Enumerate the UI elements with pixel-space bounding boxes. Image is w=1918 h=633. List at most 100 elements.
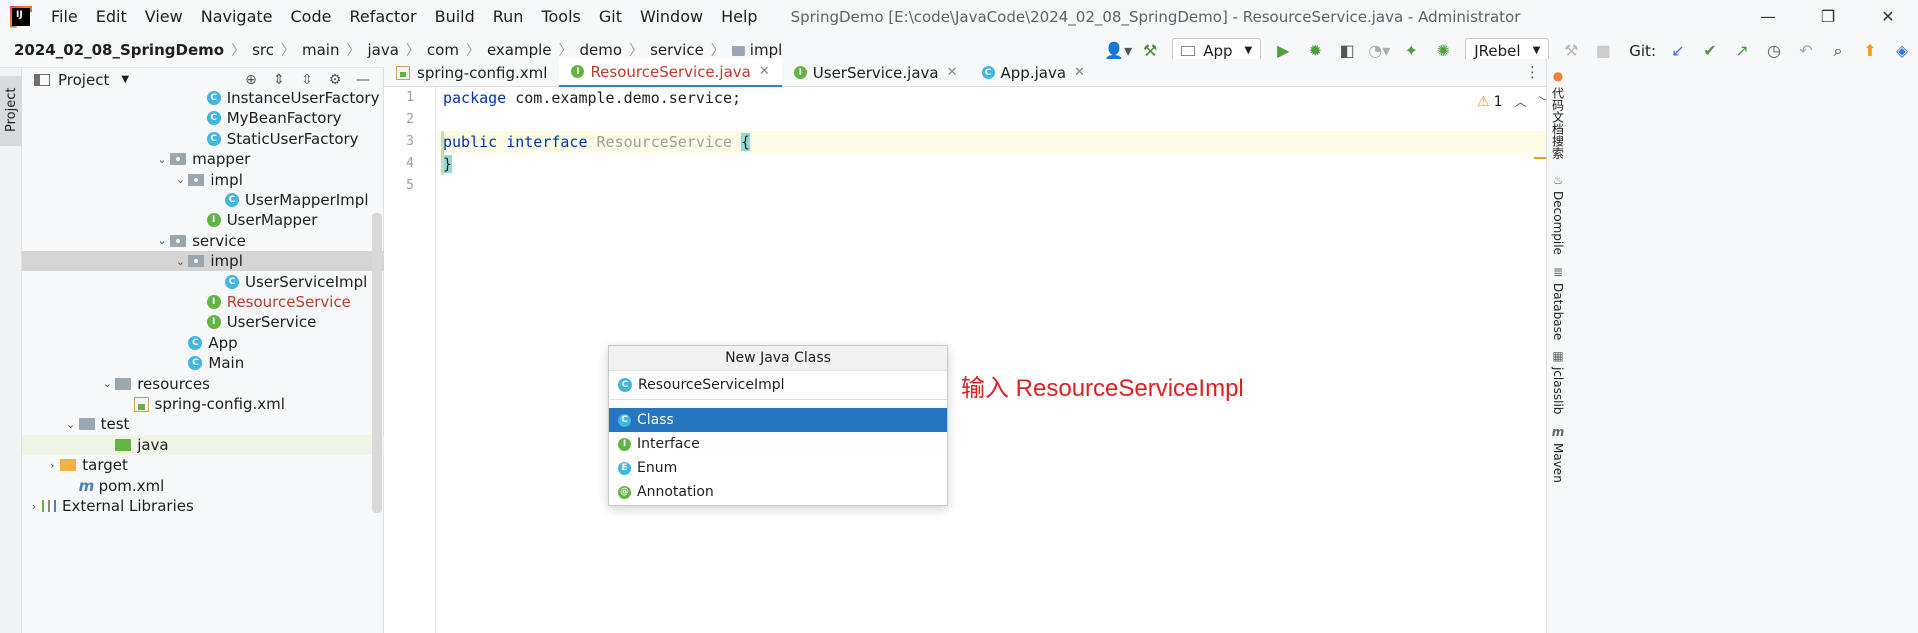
menu-window[interactable]: Window: [631, 7, 712, 26]
breadcrumb-com[interactable]: com: [427, 41, 459, 59]
chevron-down-icon[interactable]: ⌄: [172, 173, 188, 186]
more-vertical-icon[interactable]: ⋮: [1525, 63, 1540, 81]
tree-item[interactable]: C Main: [22, 353, 384, 373]
chevron-down-icon[interactable]: ⌄: [63, 418, 79, 431]
tab-resource-service[interactable]: I ResourceService.java ✕: [559, 58, 782, 87]
locate-icon[interactable]: ⊕: [237, 72, 265, 88]
tree-item[interactable]: C MyBeanFactory: [22, 108, 384, 128]
breadcrumb-service[interactable]: service: [650, 41, 704, 59]
tree-item[interactable]: I UserMapper: [22, 210, 384, 230]
kind-option-enum[interactable]: E Enum: [609, 456, 947, 480]
jclasslib-tool[interactable]: ▦ jclasslib: [1547, 349, 1569, 414]
close-icon[interactable]: ✕: [759, 64, 770, 79]
chevron-right-icon[interactable]: ›: [26, 500, 42, 513]
breadcrumb-separator: 〉: [346, 43, 361, 59]
close-button[interactable]: ✕: [1858, 0, 1918, 33]
collapse-all-icon[interactable]: ⇳: [293, 72, 321, 88]
keyword: public: [443, 133, 498, 151]
decompile-tool[interactable]: ♨ Decompile: [1547, 173, 1569, 255]
menu-build[interactable]: Build: [426, 7, 484, 26]
project-scrollbar[interactable]: [372, 213, 382, 513]
database-tool[interactable]: ≣ Database: [1547, 265, 1569, 340]
tree-item[interactable]: C InstanceUserFactory: [22, 88, 384, 108]
line-number: 4: [406, 156, 414, 171]
tree-item[interactable]: C App: [22, 333, 384, 353]
class-name-input[interactable]: C ResourceServiceImpl: [609, 371, 947, 400]
line-number: 3: [406, 134, 414, 149]
restore-button[interactable]: ❐: [1798, 0, 1858, 33]
kind-list: C Class I Interface E Enum @ Annotation: [609, 400, 947, 504]
tool-label: Decompile: [1551, 191, 1565, 255]
breadcrumb-main[interactable]: main: [302, 41, 339, 59]
menu-run[interactable]: Run: [484, 7, 533, 26]
menu-help[interactable]: Help: [712, 7, 766, 26]
close-icon[interactable]: ✕: [1074, 65, 1085, 80]
maven-tool[interactable]: m Maven: [1547, 425, 1569, 483]
tree-item[interactable]: ⌄ test: [22, 414, 384, 434]
tree-item[interactable]: C UserServiceImpl: [22, 272, 384, 292]
tree-item[interactable]: › target: [22, 455, 384, 475]
tree-item[interactable]: spring-config.xml: [22, 394, 384, 414]
chevron-down-icon[interactable]: ⌄: [172, 255, 188, 268]
menu-file[interactable]: File: [42, 7, 87, 26]
breadcrumb-example[interactable]: example: [487, 41, 552, 59]
tree-item[interactable]: I ResourceService: [22, 292, 384, 312]
menu-tools[interactable]: Tools: [532, 7, 589, 26]
tree-item[interactable]: C UserMapperImpl: [22, 190, 384, 210]
menu-refactor[interactable]: Refactor: [340, 7, 425, 26]
project-tool-tab[interactable]: Project: [0, 76, 22, 146]
chevron-down-icon[interactable]: ⌄: [154, 153, 170, 166]
chevron-down-icon[interactable]: ⌄: [154, 234, 170, 247]
menu-view[interactable]: View: [136, 7, 192, 26]
tab-spring-config[interactable]: spring-config.xml: [384, 59, 559, 87]
vcs-change-marker[interactable]: [441, 131, 444, 175]
tree-item[interactable]: I UserService: [22, 312, 384, 332]
code-editor[interactable]: package com.example.demo.service; public…: [437, 87, 1546, 633]
breadcrumb-separator: 〉: [710, 43, 725, 59]
tree-item[interactable]: ⌄ resources: [22, 374, 384, 394]
intellij-logo-icon[interactable]: IJ: [10, 5, 32, 28]
tab-app[interactable]: C App.java ✕: [970, 59, 1097, 87]
warning-stripe-marker[interactable]: [1534, 157, 1546, 159]
class-icon: C: [981, 66, 995, 79]
chevron-up-icon[interactable]: ︿: [1514, 93, 1526, 110]
tree-item[interactable]: ⌄ mapper: [22, 149, 384, 169]
tool-label: Maven: [1551, 443, 1565, 483]
tree-item[interactable]: java: [22, 434, 384, 455]
tree-item-label: External Libraries: [62, 497, 194, 515]
chevron-right-icon[interactable]: ›: [44, 459, 60, 472]
tree-item-label: Main: [208, 354, 245, 373]
tree-item[interactable]: ⌄ impl: [22, 170, 384, 190]
breadcrumb-java[interactable]: java: [367, 41, 398, 59]
breadcrumb-project[interactable]: 2024_02_08_SpringDemo: [14, 41, 224, 59]
tab-user-service[interactable]: I UserService.java ✕: [782, 59, 970, 87]
tree-item[interactable]: ⌄ service: [22, 231, 384, 251]
kind-option-annotation[interactable]: @ Annotation: [609, 480, 947, 504]
breadcrumb-demo[interactable]: demo: [580, 41, 623, 59]
project-panel-title[interactable]: Project: [58, 71, 109, 89]
breadcrumb-src[interactable]: src: [252, 41, 274, 59]
tree-item[interactable]: › External Libraries: [22, 496, 384, 516]
minimize-button[interactable]: —: [1738, 0, 1798, 33]
expand-all-icon[interactable]: ⇕: [265, 72, 293, 88]
class-icon: C: [618, 413, 631, 427]
breadcrumb-impl[interactable]: impl: [750, 41, 782, 59]
chevron-down-icon[interactable]: ⌄: [99, 377, 115, 390]
menu-navigate[interactable]: Navigate: [192, 7, 282, 26]
kind-option-class[interactable]: C Class: [609, 408, 947, 432]
menu-code[interactable]: Code: [282, 7, 341, 26]
kind-option-interface[interactable]: I Interface: [609, 432, 947, 456]
tree-item-label: java: [137, 435, 169, 454]
hide-icon[interactable]: —: [349, 72, 377, 88]
tree-item[interactable]: m pom.xml: [22, 476, 384, 496]
tree-item[interactable]: ⌄ impl: [22, 251, 384, 272]
inspection-widget[interactable]: ⚠ 1 ︿ ﹀: [1477, 93, 1551, 110]
chevron-down-icon[interactable]: ▼: [121, 74, 129, 85]
menu-edit[interactable]: Edit: [87, 7, 136, 26]
menu-git[interactable]: Git: [590, 7, 631, 26]
tree-item[interactable]: C StaticUserFactory: [22, 129, 384, 149]
folder-icon: [78, 418, 95, 431]
gear-icon[interactable]: ⚙: [321, 72, 349, 88]
close-icon[interactable]: ✕: [947, 65, 958, 80]
code-doc-search-tool[interactable]: ● 代码文档搜索: [1547, 69, 1569, 159]
